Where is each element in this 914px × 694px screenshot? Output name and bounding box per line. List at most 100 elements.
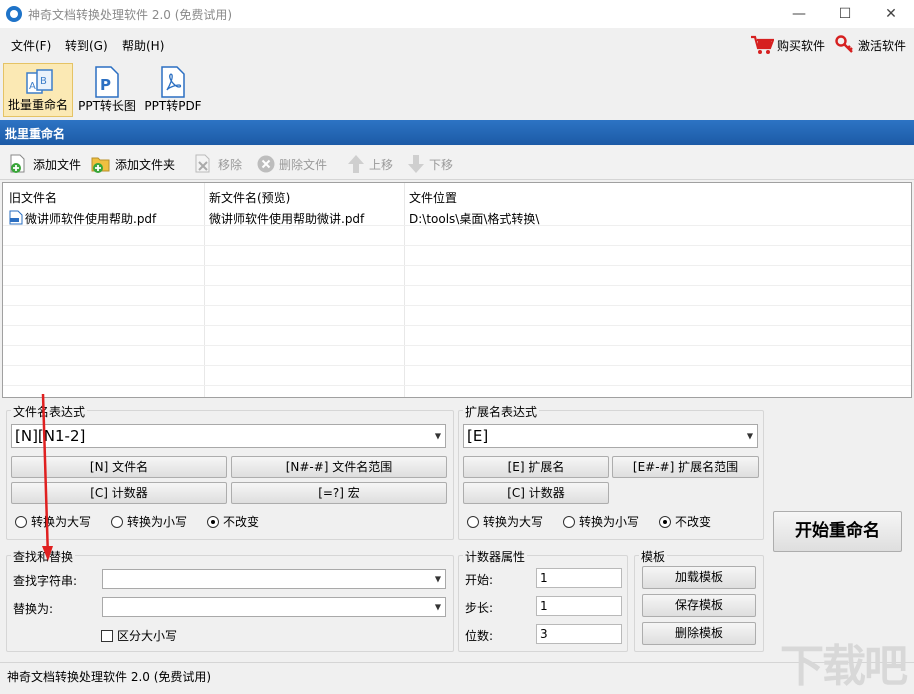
add-folder-icon [91,157,110,173]
tool-batch-rename[interactable]: AB 批量重命名 [3,63,73,117]
find-string-input[interactable]: ▼ [102,569,446,589]
add-file-label: 添加文件 [33,157,82,172]
start-rename-button[interactable]: 开始重命名 [773,511,902,552]
close-button[interactable]: ✕ [868,0,914,28]
load-template-button[interactable]: 加载模板 [642,566,756,589]
pdf-file-icon [9,210,23,225]
move-down-label: 下移 [429,157,454,172]
counter-digits-input[interactable]: 3 [536,624,622,644]
tool-ppt-to-long-label: PPT转长图 [78,99,136,113]
buy-software-link[interactable]: 购买软件 [750,35,825,55]
insert-filename-button[interactable]: [N] 文件名 [11,456,227,478]
table-cell-old-name: 微讲师软件使用帮助.pdf [25,212,157,226]
maximize-button[interactable]: ☐ [822,0,868,28]
extension-unchanged-radio[interactable]: 不改变 [659,513,711,530]
extension-uppercase-radio[interactable]: 转换为大写 [467,513,543,530]
menu-bar: 文件(F) 转到(G) 帮助(H) 购买软件 激活软件 [0,28,914,60]
remove-icon [195,154,210,173]
counter-properties-label: 计数器属性 [463,548,528,565]
add-folder-button[interactable]: 添加文件夹 [90,154,175,174]
chevron-down-icon[interactable]: ▼ [435,432,441,441]
menu-goto[interactable]: 转到(G) [65,37,108,54]
title-bar: 神奇文档转换处理软件 2.0 (免费试用) — ☐ ✕ [0,0,914,28]
move-up-button[interactable]: 上移 [346,154,393,174]
remove-button[interactable]: 移除 [193,154,242,174]
column-header-location[interactable]: 文件位置 [409,189,457,206]
move-down-button[interactable]: 下移 [406,154,453,174]
chevron-down-icon[interactable]: ▼ [435,603,441,612]
column-header-new-name[interactable]: 新文件名(预览) [209,189,290,206]
svg-text:P: P [100,76,111,94]
find-replace-label: 查找和替换 [11,548,76,565]
delete-file-button[interactable]: 删除文件 [256,154,327,174]
tool-ppt-to-pdf[interactable]: PPT转PDF [142,63,204,117]
status-text: 神奇文档转换处理软件 2.0 (免费试用) [7,670,212,684]
arrow-up-icon [348,155,364,173]
table-cell-location: D:\tools\桌面\格式转换\ [409,212,540,226]
delete-template-button[interactable]: 删除模板 [642,622,756,645]
extension-lowercase-radio[interactable]: 转换为小写 [563,513,639,530]
menu-help[interactable]: 帮助(H) [122,37,164,54]
minimize-button[interactable]: — [776,0,822,28]
counter-digits-label: 位数: [465,629,494,643]
filename-uppercase-radio[interactable]: 转换为大写 [15,513,91,530]
insert-extension-button[interactable]: [E] 扩展名 [463,456,609,478]
delete-icon [257,155,275,173]
menu-file[interactable]: 文件(F) [11,37,51,54]
app-logo-icon [6,6,22,22]
template-label: 模板 [639,548,668,565]
svg-text:B: B [40,76,47,87]
extension-expression-label: 扩展名表达式 [463,403,540,420]
counter-start-label: 开始: [465,573,494,587]
extension-expression-value: [E] [467,427,489,445]
section-title: 批里重命名 [0,120,914,145]
window-title: 神奇文档转换处理软件 2.0 (免费试用) [28,8,233,22]
table-cell-new-name: 微讲师软件使用帮助微讲.pdf [209,212,365,226]
find-string-label: 查找字符串: [13,574,78,588]
replace-with-label: 替换为: [13,602,54,616]
file-actions-toolbar: 添加文件 添加文件夹 移除 删除文件 上移 下移 [0,146,914,180]
filename-lowercase-radio[interactable]: 转换为小写 [111,513,187,530]
activate-software-link[interactable]: 激活软件 [835,35,906,55]
status-bar: 神奇文档转换处理软件 2.0 (免费试用) [0,662,914,687]
insert-counter-button[interactable]: [C] 计数器 [11,482,227,504]
watermark-logo: 下载吧 [780,641,908,692]
delete-file-label: 删除文件 [279,157,328,172]
chevron-down-icon[interactable]: ▼ [435,575,441,584]
tool-ppt-to-pdf-label: PPT转PDF [144,99,202,113]
replace-with-input[interactable]: ▼ [102,597,446,617]
file-list-table[interactable]: 旧文件名 新文件名(预览) 文件位置 微讲师软件使用帮助.pdf 微讲师软件使用… [2,182,912,398]
insert-extension-range-button[interactable]: [E#-#] 扩展名范围 [612,456,759,478]
insert-filename-range-button[interactable]: [N#-#] 文件名范围 [231,456,447,478]
batch-rename-icon: AB [26,69,53,94]
insert-macro-button[interactable]: [=?] 宏 [231,482,447,504]
insert-ext-counter-button[interactable]: [C] 计数器 [463,482,609,504]
pdf-file-icon [161,66,185,98]
counter-start-input[interactable]: 1 [536,568,622,588]
save-template-button[interactable]: 保存模板 [642,594,756,617]
main-toolbar: AB 批量重命名 P PPT转长图 PPT转PDF [0,60,914,118]
column-header-old-name[interactable]: 旧文件名 [9,189,57,206]
chevron-down-icon[interactable]: ▼ [747,432,753,441]
counter-step-label: 步长: [465,601,494,615]
filename-expression-value: [N][N1-2] [15,427,86,445]
counter-step-input[interactable]: 1 [536,596,622,616]
filename-unchanged-radio[interactable]: 不改变 [207,513,259,530]
tool-ppt-to-long-image[interactable]: P PPT转长图 [76,63,138,117]
ppt-file-icon: P [95,66,119,98]
case-sensitive-checkbox[interactable]: 区分大小写 [101,627,177,644]
arrow-down-icon [408,155,424,173]
extension-expression-combo[interactable]: [E] ▼ [463,424,758,448]
remove-label: 移除 [218,157,243,172]
add-folder-label: 添加文件夹 [115,157,176,172]
move-up-label: 上移 [369,157,394,172]
tool-batch-rename-label: 批量重命名 [7,98,68,112]
buy-software-label: 购买软件 [777,38,826,53]
shopping-cart-icon [751,35,774,54]
filename-expression-label: 文件名表达式 [11,403,88,420]
svg-text:A: A [29,81,36,92]
key-icon [835,35,853,53]
add-file-icon [10,154,25,173]
add-file-button[interactable]: 添加文件 [8,154,81,174]
filename-expression-combo[interactable]: [N][N1-2] ▼ [11,424,446,448]
